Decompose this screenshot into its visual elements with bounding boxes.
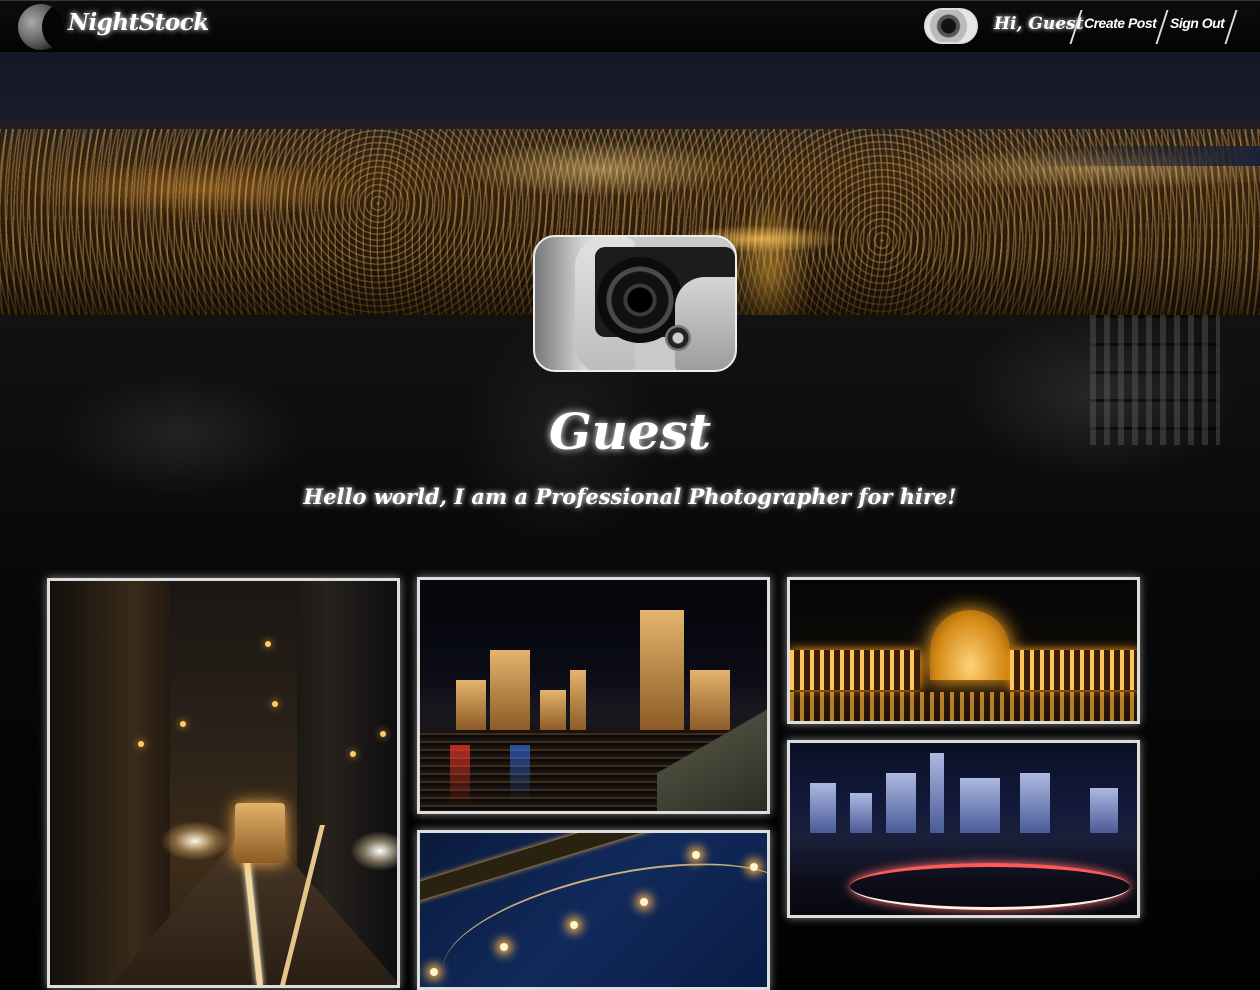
street-lamp bbox=[180, 721, 186, 727]
transamerica-pyramid bbox=[930, 753, 944, 833]
colonnade bbox=[1010, 650, 1137, 690]
bridge-light bbox=[500, 943, 508, 951]
camera-strap-ring bbox=[665, 325, 691, 351]
rotunda-dome bbox=[930, 610, 1010, 680]
bridge-light bbox=[430, 968, 438, 976]
cable-car bbox=[235, 803, 285, 863]
skyscraper bbox=[886, 773, 916, 833]
bridge-light bbox=[692, 851, 700, 859]
profile-bio: Hello world, I am a Professional Photogr… bbox=[303, 484, 957, 509]
skyscraper bbox=[540, 690, 566, 730]
building bbox=[50, 581, 170, 985]
nav-divider bbox=[1224, 10, 1238, 44]
user-greeting: Hi, Guest bbox=[994, 14, 1084, 34]
suspension-cable bbox=[431, 836, 767, 987]
nav-divider bbox=[1155, 10, 1169, 44]
profile-picture[interactable] bbox=[533, 235, 737, 372]
ferry-building-photo[interactable] bbox=[417, 577, 770, 814]
street-lamp bbox=[272, 701, 278, 707]
light-reflection bbox=[450, 745, 470, 805]
create-post-link[interactable]: Create Post bbox=[1084, 15, 1157, 31]
light-reflection bbox=[510, 745, 530, 800]
skyscraper bbox=[850, 793, 872, 833]
bridge-light bbox=[570, 921, 578, 929]
bay-water bbox=[1020, 146, 1260, 166]
street-lamp bbox=[265, 641, 271, 647]
city-skyline-photo[interactable] bbox=[787, 740, 1140, 918]
freeway-light-trails bbox=[850, 863, 1130, 910]
navbar: NightStock Hi, Guest Create Post Sign Ou… bbox=[0, 0, 1260, 52]
profile-name: Guest bbox=[548, 402, 712, 461]
colonnade bbox=[790, 650, 920, 690]
brand-logo[interactable]: NightStock bbox=[68, 9, 209, 36]
bridge-light bbox=[750, 863, 758, 871]
skyscraper bbox=[1090, 788, 1118, 833]
ferry-clock-tower bbox=[570, 670, 586, 730]
palace-of-fine-arts-photo[interactable] bbox=[787, 577, 1140, 724]
skyscraper bbox=[1020, 773, 1050, 833]
bay-bridge-photo[interactable] bbox=[417, 830, 770, 990]
user-avatar[interactable] bbox=[924, 8, 978, 44]
bridge-light bbox=[640, 898, 648, 906]
skyscraper bbox=[456, 680, 486, 730]
moon-logo-icon[interactable] bbox=[18, 4, 64, 50]
street-lamp bbox=[350, 751, 356, 757]
headlight-glow bbox=[160, 821, 230, 861]
skyscraper bbox=[960, 778, 1000, 833]
photographer-hand bbox=[675, 277, 735, 370]
pier bbox=[657, 700, 767, 811]
water-reflection bbox=[790, 692, 1137, 721]
skyscraper bbox=[810, 783, 836, 833]
street-lamp bbox=[138, 741, 144, 747]
cable-car-street-photo[interactable] bbox=[47, 578, 400, 988]
street-lamp bbox=[380, 731, 386, 737]
skyscraper bbox=[490, 650, 530, 730]
sign-out-link[interactable]: Sign Out bbox=[1170, 15, 1225, 31]
